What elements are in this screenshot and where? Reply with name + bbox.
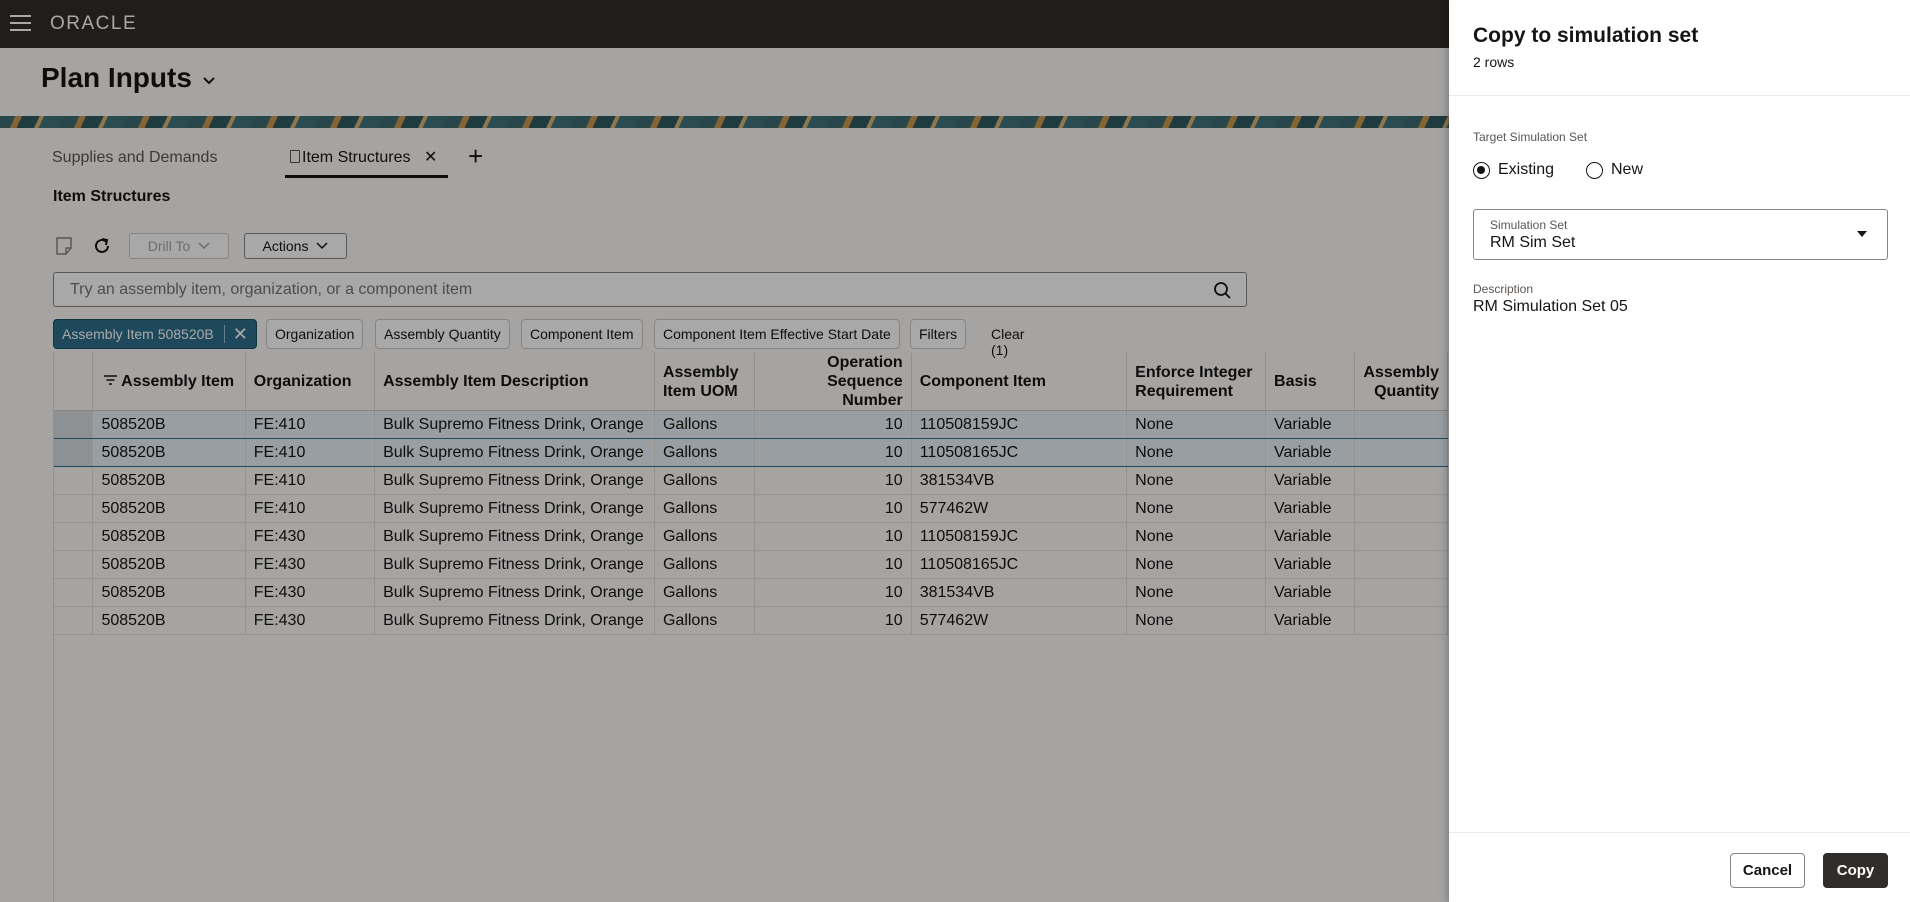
drawer-title: Copy to simulation set	[1473, 24, 1699, 47]
radio-new[interactable]: New	[1586, 161, 1643, 179]
cancel-button[interactable]: Cancel	[1730, 853, 1805, 888]
divider	[1449, 95, 1910, 96]
divider	[1449, 832, 1910, 833]
radio-unselected-icon	[1586, 161, 1603, 179]
simulation-set-value: RM Sim Set	[1490, 234, 1576, 251]
simulation-set-label: Simulation Set	[1490, 218, 1568, 232]
description-value: RM Simulation Set 05	[1473, 298, 1628, 315]
radio-existing[interactable]: Existing	[1473, 161, 1554, 179]
simulation-set-select[interactable]: Simulation Set RM Sim Set	[1473, 209, 1888, 260]
dropdown-caret-icon[interactable]	[1857, 231, 1867, 237]
radio-existing-label: Existing	[1498, 161, 1555, 178]
radio-selected-icon	[1473, 161, 1490, 179]
copy-to-simulation-set-drawer: Copy to simulation set 2 rows Target Sim…	[1449, 0, 1910, 902]
description-label: Description	[1473, 282, 1534, 296]
target-simulation-set-label: Target Simulation Set	[1473, 130, 1588, 144]
copy-button[interactable]: Copy	[1823, 853, 1888, 888]
radio-new-label: New	[1611, 161, 1644, 178]
modal-overlay[interactable]	[0, 0, 1449, 902]
row-count: 2 rows	[1473, 54, 1515, 70]
